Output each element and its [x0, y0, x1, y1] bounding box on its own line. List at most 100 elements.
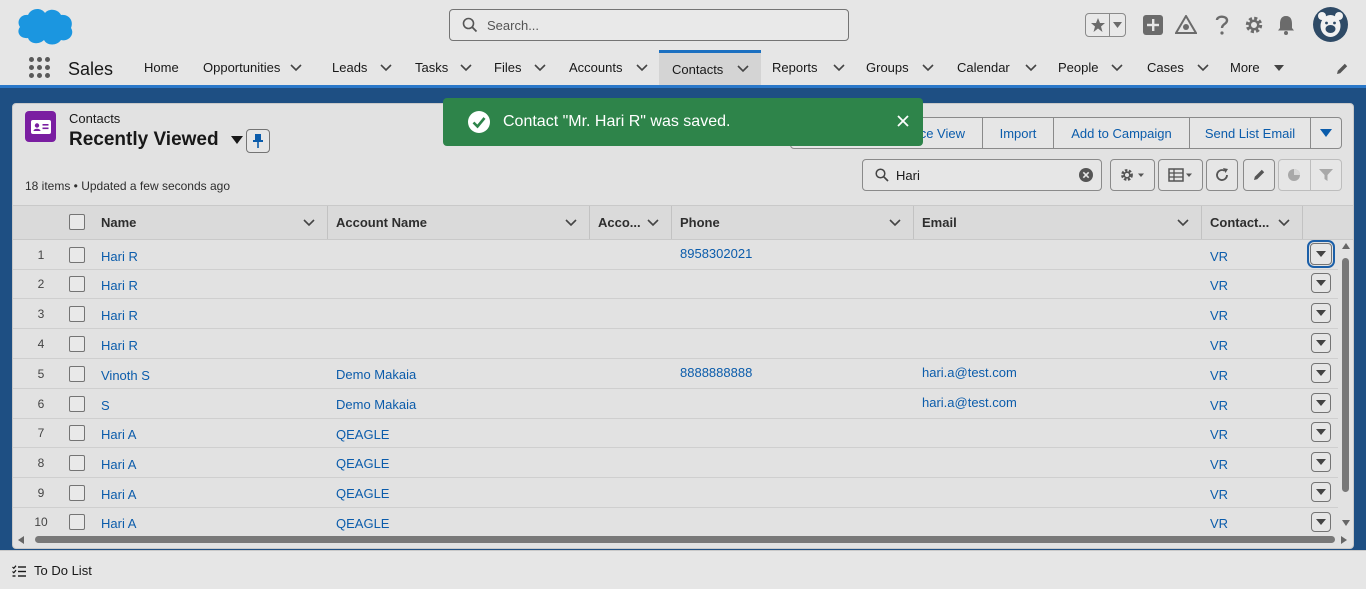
select-all-checkbox[interactable] [69, 214, 85, 230]
owner-alias-link[interactable]: VR [1210, 516, 1228, 531]
nav-item-tasks[interactable]: Tasks [415, 50, 472, 85]
column-divider[interactable] [671, 206, 672, 239]
chevron-down-icon[interactable] [565, 219, 577, 227]
row-actions-button[interactable] [1307, 240, 1335, 268]
salesforce-logo[interactable] [14, 5, 76, 47]
contact-name-link[interactable]: Hari A [101, 457, 136, 472]
horizontal-scroll-thumb[interactable] [35, 536, 1335, 543]
row-checkbox[interactable] [69, 247, 85, 263]
column-header-account-site[interactable]: Acco... [598, 206, 671, 239]
chevron-down-icon[interactable] [534, 63, 547, 72]
account-name-link[interactable]: Demo Makaia [336, 367, 416, 382]
account-name-link[interactable]: QEAGLE [336, 516, 389, 531]
global-create-icon[interactable] [1141, 13, 1165, 37]
nav-item-leads[interactable]: Leads [332, 50, 392, 85]
owner-alias-link[interactable]: VR [1210, 487, 1228, 502]
scroll-right-arrow-icon[interactable] [1341, 536, 1347, 544]
chart-icon[interactable] [1279, 168, 1310, 182]
refresh-button[interactable] [1206, 159, 1238, 191]
owner-alias-link[interactable]: VR [1210, 398, 1228, 413]
row-actions-button[interactable] [1311, 512, 1331, 532]
row-checkbox[interactable] [69, 514, 85, 530]
column-header-account-name[interactable]: Account Name [336, 206, 589, 239]
chevron-down-icon[interactable] [889, 219, 901, 227]
contact-name-link[interactable]: Hari R [101, 249, 138, 264]
add-to-campaign-button[interactable]: Add to Campaign [1054, 117, 1190, 149]
chevron-down-icon[interactable] [1111, 63, 1124, 72]
nav-item-more[interactable]: More [1230, 50, 1285, 85]
close-icon[interactable] [897, 115, 909, 127]
chevron-down-icon[interactable] [380, 63, 392, 72]
filter-icon[interactable] [1309, 160, 1341, 190]
trailhead-guidance-icon[interactable] [1174, 13, 1198, 37]
row-actions-button[interactable] [1311, 422, 1331, 442]
list-view-selector[interactable]: Recently Viewed [69, 129, 243, 151]
row-actions-button[interactable] [1311, 303, 1331, 323]
edit-nav-pencil-icon[interactable] [1335, 62, 1349, 76]
nav-item-people[interactable]: People [1058, 50, 1124, 85]
row-actions-button[interactable] [1311, 333, 1331, 353]
owner-alias-link[interactable]: VR [1210, 308, 1228, 323]
chevron-down-icon[interactable] [647, 219, 659, 227]
row-checkbox[interactable] [69, 396, 85, 412]
row-actions-button[interactable] [1311, 452, 1331, 472]
chevron-down-icon[interactable] [737, 65, 749, 73]
nav-item-home[interactable]: Home [144, 50, 179, 85]
chevron-down-icon[interactable] [1177, 219, 1189, 227]
owner-alias-link[interactable]: VR [1210, 249, 1228, 264]
column-header-name[interactable]: Name [101, 206, 327, 239]
chevron-down-icon[interactable] [303, 219, 315, 227]
contact-name-link[interactable]: Hari R [101, 338, 138, 353]
nav-item-calendar[interactable]: Calendar [957, 50, 1037, 85]
chevron-down-icon[interactable] [1025, 63, 1037, 72]
contact-name-link[interactable]: Vinoth S [101, 368, 150, 383]
contact-name-link[interactable]: Hari A [101, 487, 136, 502]
row-checkbox[interactable] [69, 455, 85, 471]
column-header-email[interactable]: Email [922, 206, 1201, 239]
nav-item-cases[interactable]: Cases [1147, 50, 1209, 85]
chevron-down-icon[interactable] [832, 63, 845, 72]
vertical-scrollbar[interactable] [1340, 240, 1352, 532]
phone-link[interactable]: 8958302021 [680, 246, 752, 261]
caret-down-icon[interactable] [1273, 64, 1285, 72]
row-checkbox[interactable] [69, 276, 85, 292]
owner-alias-link[interactable]: VR [1210, 368, 1228, 383]
scroll-down-arrow-icon[interactable] [1342, 520, 1350, 526]
favorite-star-icon[interactable] [1086, 14, 1109, 36]
row-checkbox[interactable] [69, 485, 85, 501]
notifications-bell-icon[interactable] [1274, 13, 1298, 37]
display-as-table-button[interactable] [1158, 159, 1203, 191]
chevron-down-icon[interactable] [1278, 219, 1290, 227]
email-link[interactable]: hari.a@test.com [922, 365, 1017, 380]
nav-item-groups[interactable]: Groups [866, 50, 934, 85]
chevron-down-icon[interactable] [460, 63, 472, 72]
row-actions-button[interactable] [1311, 273, 1331, 293]
caret-down-icon[interactable] [230, 136, 243, 144]
owner-alias-link[interactable]: VR [1210, 278, 1228, 293]
favorites-list-chevron-icon[interactable] [1109, 14, 1125, 36]
edit-list-button[interactable] [1243, 159, 1275, 191]
horizontal-scrollbar[interactable] [13, 533, 1353, 547]
contact-name-link[interactable]: Hari R [101, 278, 138, 293]
user-avatar[interactable] [1313, 7, 1348, 42]
account-name-link[interactable]: QEAGLE [336, 456, 389, 471]
list-view-controls-button[interactable] [1110, 159, 1155, 191]
owner-alias-link[interactable]: VR [1210, 338, 1228, 353]
row-checkbox[interactable] [69, 425, 85, 441]
email-link[interactable]: hari.a@test.com [922, 395, 1017, 410]
import-button[interactable]: Import [983, 117, 1054, 149]
scroll-left-arrow-icon[interactable] [18, 536, 24, 544]
row-actions-button[interactable] [1311, 363, 1331, 383]
more-actions-button[interactable] [1311, 117, 1342, 149]
nav-item-reports[interactable]: Reports [772, 50, 845, 85]
account-name-link[interactable]: Demo Makaia [336, 397, 416, 412]
clear-search-icon[interactable] [1079, 168, 1093, 182]
account-name-link[interactable]: QEAGLE [336, 486, 389, 501]
global-search-input[interactable]: Search... [449, 9, 849, 41]
row-checkbox[interactable] [69, 366, 85, 382]
contact-name-link[interactable]: Hari R [101, 308, 138, 323]
chevron-down-icon[interactable] [290, 63, 302, 72]
column-divider[interactable] [589, 206, 590, 239]
app-launcher-icon[interactable] [29, 57, 51, 79]
help-icon[interactable] [1210, 13, 1234, 37]
